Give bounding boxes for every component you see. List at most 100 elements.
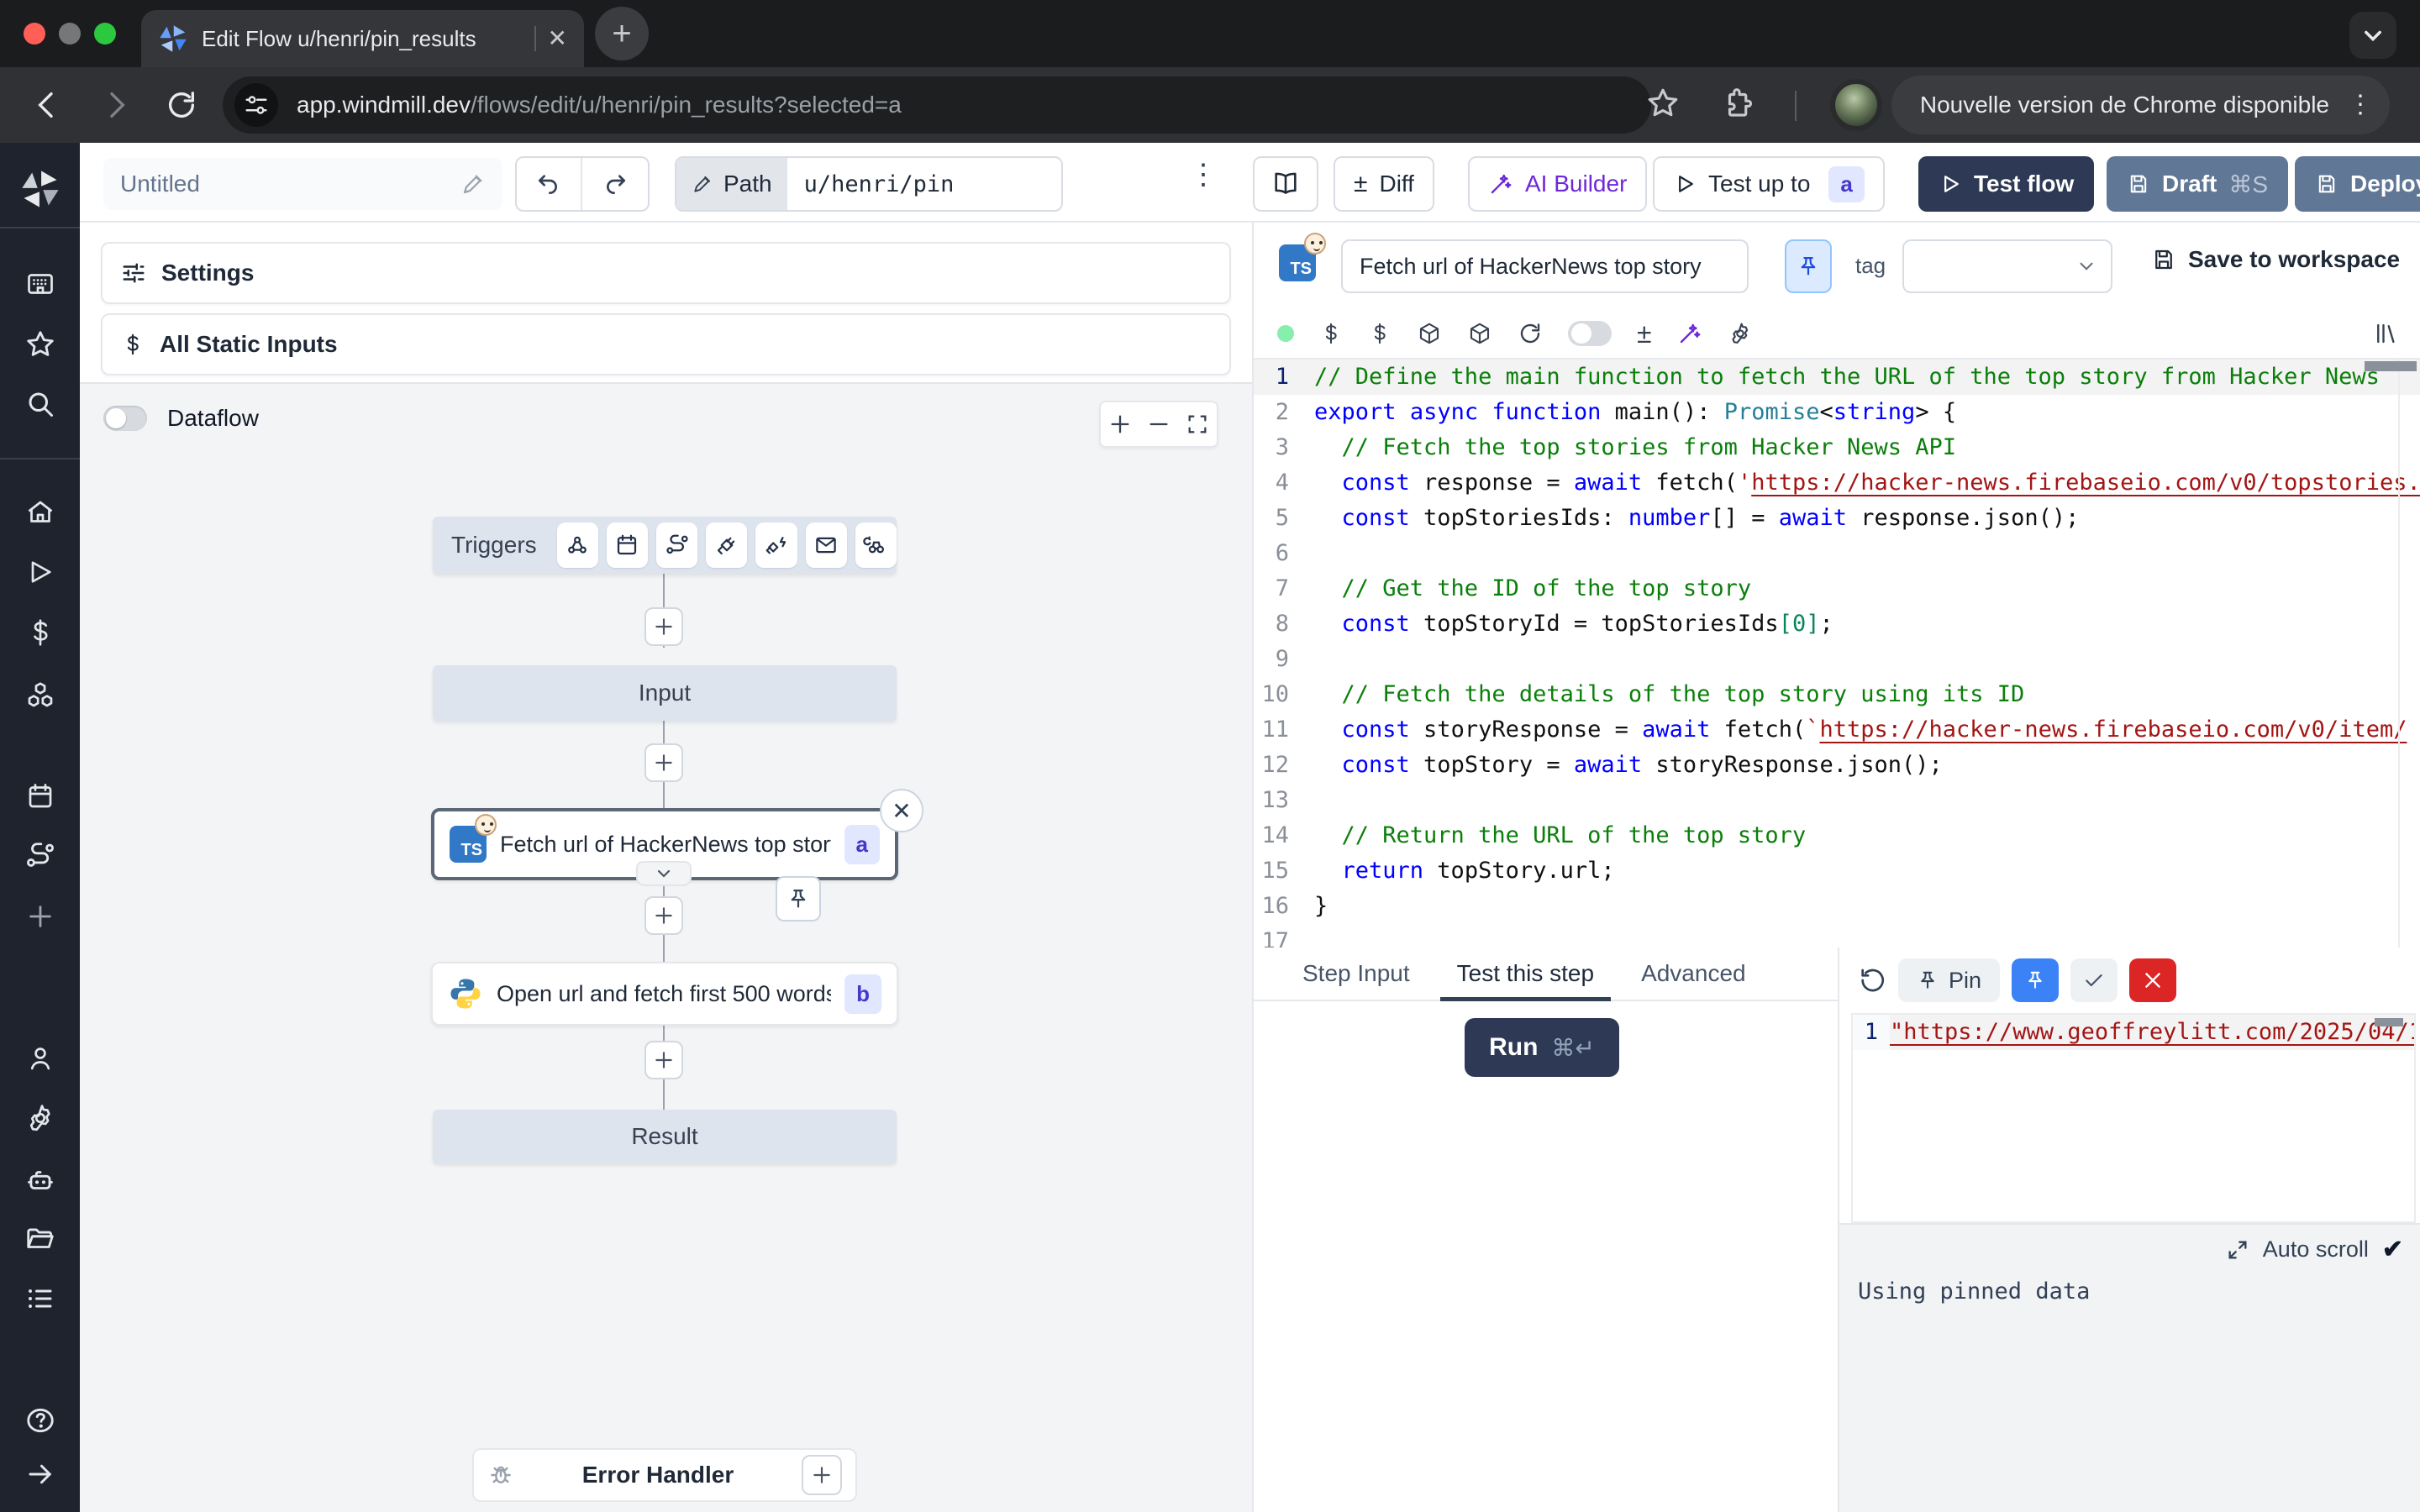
sidebar-item-schedules[interactable] bbox=[25, 781, 55, 811]
webhook-trigger-icon[interactable] bbox=[557, 522, 598, 568]
url-bar[interactable]: app.windmill.dev/flows/edit/u/henri/pin_… bbox=[223, 76, 1651, 134]
insert-step-button[interactable] bbox=[644, 1041, 683, 1079]
delete-step-button[interactable]: ✕ bbox=[880, 789, 923, 832]
sidebar-collapse-icon[interactable] bbox=[25, 1459, 55, 1489]
error-handler-node[interactable]: Error Handler bbox=[472, 1448, 857, 1502]
pin-toggle-button[interactable] bbox=[1785, 239, 1832, 293]
step-node-b[interactable]: Open url and fetch first 500 words of ..… bbox=[431, 962, 898, 1026]
diff-button[interactable]: ± Diff bbox=[1334, 156, 1434, 212]
diff-icon[interactable]: ± bbox=[1637, 318, 1652, 349]
test-up-to-button[interactable]: Test up to a bbox=[1653, 156, 1885, 212]
add-error-handler-button[interactable] bbox=[802, 1455, 842, 1495]
sidebar-item-users[interactable] bbox=[25, 1043, 55, 1074]
ai-assistant-icon[interactable] bbox=[1677, 321, 1702, 346]
code-line-9[interactable]: 9 bbox=[1254, 642, 2420, 677]
chrome-update-button[interactable]: Nouvelle version de Chrome disponible ⋮ bbox=[1891, 76, 2390, 134]
input-node[interactable]: Input bbox=[433, 665, 897, 721]
flow-settings-row[interactable]: Settings bbox=[101, 242, 1231, 304]
sidebar-item-runs[interactable] bbox=[25, 557, 55, 587]
run-button[interactable]: Run⌘↵ bbox=[1465, 1018, 1619, 1077]
sidebar-item-add[interactable] bbox=[26, 902, 55, 931]
code-line-15[interactable]: 15 return topStory.url; bbox=[1254, 853, 2420, 889]
sidebar-item-home[interactable] bbox=[25, 497, 55, 528]
package-icon[interactable] bbox=[1467, 321, 1492, 346]
code-line-10[interactable]: 10 // Fetch the details of the top story… bbox=[1254, 677, 2420, 712]
code-line-3[interactable]: 3 // Fetch the top stories from Hacker N… bbox=[1254, 430, 2420, 465]
reload-icon[interactable] bbox=[1518, 321, 1543, 346]
event-trigger-icon[interactable] bbox=[755, 522, 797, 568]
zoom-out-icon[interactable] bbox=[1147, 412, 1171, 436]
save-draft-button[interactable]: Draft ⌘S bbox=[2107, 156, 2288, 212]
dataflow-toggle[interactable] bbox=[103, 406, 147, 431]
extensions-icon[interactable] bbox=[1721, 86, 1756, 121]
sidebar-item-audit-logs[interactable] bbox=[25, 1284, 55, 1314]
sidebar-item-workers[interactable] bbox=[24, 1164, 56, 1196]
code-line-5[interactable]: 5 const topStoriesIds: number[] = await … bbox=[1254, 501, 2420, 536]
code-line-7[interactable]: 7 // Get the ID of the top story bbox=[1254, 571, 2420, 606]
sidebar-item-help[interactable] bbox=[24, 1404, 56, 1436]
ai-builder-button[interactable]: AI Builder bbox=[1468, 156, 1647, 212]
window-close-button[interactable] bbox=[24, 23, 45, 45]
editor-scrollbar[interactable] bbox=[2365, 361, 2417, 371]
http-route-trigger-icon[interactable] bbox=[656, 522, 697, 568]
tab-close-icon[interactable]: ✕ bbox=[548, 27, 567, 50]
site-settings-icon[interactable] bbox=[234, 83, 278, 127]
insert-step-button[interactable] bbox=[644, 607, 683, 646]
sidebar-item-search[interactable] bbox=[25, 389, 55, 419]
auto-scroll-check-icon[interactable]: ✔ bbox=[2382, 1235, 2403, 1264]
undo-button[interactable] bbox=[517, 158, 582, 210]
deploy-button[interactable]: Deploy bbox=[2295, 156, 2420, 212]
flow-path-control[interactable]: Path u/henri/pin bbox=[675, 156, 1063, 212]
accept-button[interactable] bbox=[2070, 958, 2118, 1002]
reload-icon[interactable] bbox=[165, 88, 198, 122]
redo-button[interactable] bbox=[582, 158, 648, 210]
code-line-12[interactable]: 12 const topStory = await storyResponse.… bbox=[1254, 748, 2420, 783]
back-icon[interactable] bbox=[30, 88, 64, 122]
code-line-1[interactable]: 1// Define the main function to fetch th… bbox=[1254, 360, 2420, 395]
sidebar-item-workspace[interactable] bbox=[25, 269, 55, 299]
tab-advanced[interactable]: Advanced bbox=[1618, 948, 1770, 1000]
save-to-workspace-button[interactable]: Save to workspace bbox=[2151, 246, 2400, 273]
zoom-in-icon[interactable] bbox=[1108, 412, 1132, 436]
variable-picker-icon[interactable] bbox=[1319, 322, 1343, 345]
code-line-2[interactable]: 2export async function main(): Promise<s… bbox=[1254, 395, 2420, 430]
window-minimize-button[interactable] bbox=[59, 23, 81, 45]
sidebar-item-resources[interactable] bbox=[24, 680, 56, 711]
docs-button[interactable] bbox=[1253, 156, 1318, 212]
triggers-node[interactable]: Triggers bbox=[433, 517, 897, 574]
window-zoom-button[interactable] bbox=[94, 23, 116, 45]
flow-canvas[interactable]: Dataflow bbox=[80, 382, 1252, 1512]
tab-search-chevron-icon[interactable] bbox=[2349, 12, 2396, 59]
code-editor[interactable]: 1// Define the main function to fetch th… bbox=[1254, 360, 2420, 948]
code-line-8[interactable]: 8 const topStoryId = topStoriesIds[0]; bbox=[1254, 606, 2420, 642]
bookmark-star-icon[interactable] bbox=[1645, 86, 1681, 121]
code-line-6[interactable]: 6 bbox=[1254, 536, 2420, 571]
sidebar-item-favorites[interactable] bbox=[24, 328, 56, 360]
sidebar-item-folders[interactable] bbox=[24, 1223, 56, 1255]
more-options-icon[interactable]: ⋮ bbox=[1189, 166, 1218, 184]
resource-picker-icon[interactable] bbox=[1368, 322, 1392, 345]
forward-icon[interactable] bbox=[99, 88, 133, 122]
browser-tab[interactable]: Edit Flow u/henri/pin_results ✕ bbox=[141, 10, 584, 67]
sidebar-item-routes[interactable] bbox=[24, 840, 56, 872]
flow-name-field[interactable]: Untitled bbox=[103, 158, 502, 210]
tag-select[interactable] bbox=[1902, 239, 2112, 293]
test-flow-button[interactable]: Test flow bbox=[1918, 156, 2094, 212]
code-line-16[interactable]: 16} bbox=[1254, 889, 2420, 924]
code-line-14[interactable]: 14 // Return the URL of the top story bbox=[1254, 818, 2420, 853]
editor-toggle[interactable] bbox=[1568, 321, 1612, 346]
code-line-11[interactable]: 11 const storyResponse = await fetch(`ht… bbox=[1254, 712, 2420, 748]
insert-step-button[interactable] bbox=[644, 896, 683, 935]
browser-menu-icon[interactable]: ⋮ bbox=[2348, 97, 2373, 113]
pinned-data-editor[interactable]: 1"https://www.geoffreylitt.com/2025/04/1… bbox=[1851, 1013, 2416, 1223]
code-line-13[interactable]: 13 bbox=[1254, 783, 2420, 818]
all-static-inputs-row[interactable]: All Static Inputs bbox=[101, 313, 1231, 375]
step-id-badge[interactable]: a bbox=[1828, 166, 1864, 202]
email-trigger-icon[interactable] bbox=[806, 522, 847, 568]
websocket-trigger-icon[interactable] bbox=[706, 522, 747, 568]
fit-view-icon[interactable] bbox=[1186, 412, 1209, 436]
code-line-17[interactable]: 17 bbox=[1254, 924, 2420, 948]
sidebar-item-variables[interactable] bbox=[25, 617, 55, 648]
poll-trigger-icon[interactable] bbox=[855, 522, 897, 568]
collapse-step-chevron-icon[interactable] bbox=[636, 861, 692, 886]
